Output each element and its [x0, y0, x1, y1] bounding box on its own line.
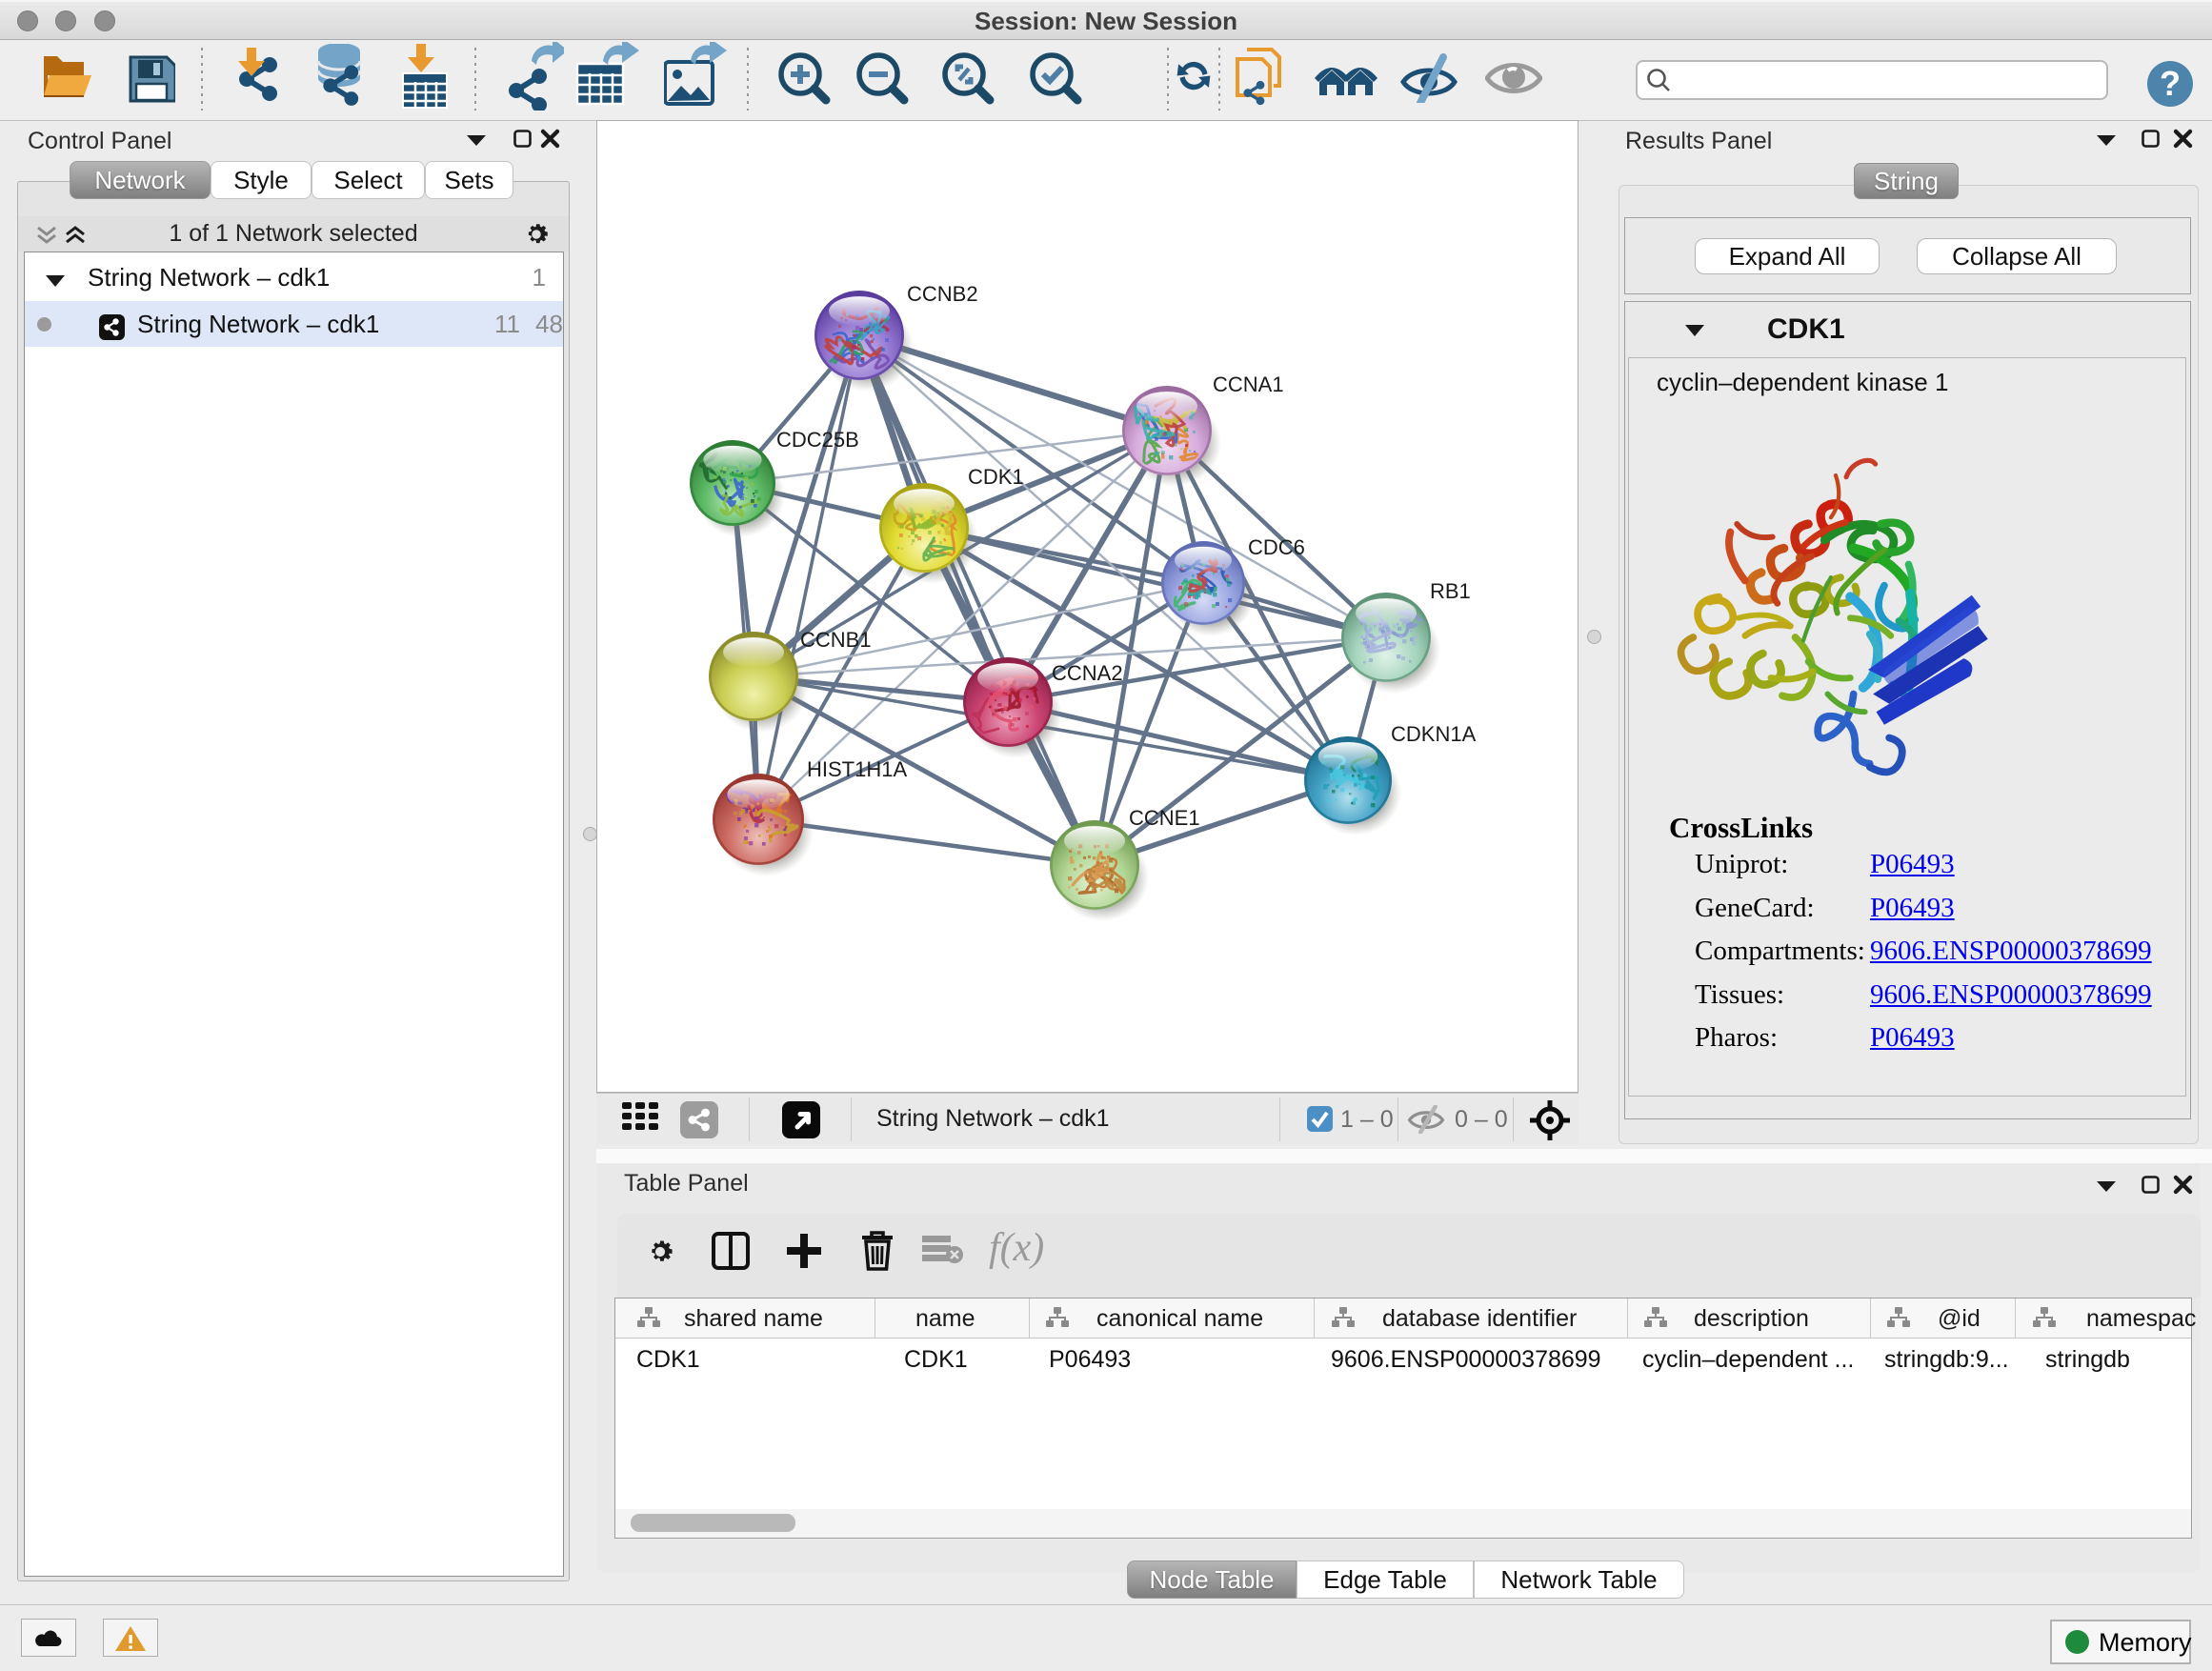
- svg-text:CCNA2: CCNA2: [1052, 661, 1123, 685]
- svg-text:RB1: RB1: [1430, 579, 1471, 603]
- svg-text:CCNA1: CCNA1: [1213, 372, 1284, 396]
- svg-text:CCNB1: CCNB1: [800, 628, 872, 652]
- svg-text:CDKN1A: CDKN1A: [1391, 722, 1477, 746]
- svg-text:CDC6: CDC6: [1248, 535, 1305, 559]
- svg-text:CCNE1: CCNE1: [1129, 806, 1200, 830]
- svg-text:CDK1: CDK1: [968, 465, 1024, 489]
- svg-text:CDC25B: CDC25B: [776, 428, 859, 452]
- svg-text:HIST1H1A: HIST1H1A: [807, 757, 907, 781]
- svg-text:CCNB2: CCNB2: [907, 282, 978, 306]
